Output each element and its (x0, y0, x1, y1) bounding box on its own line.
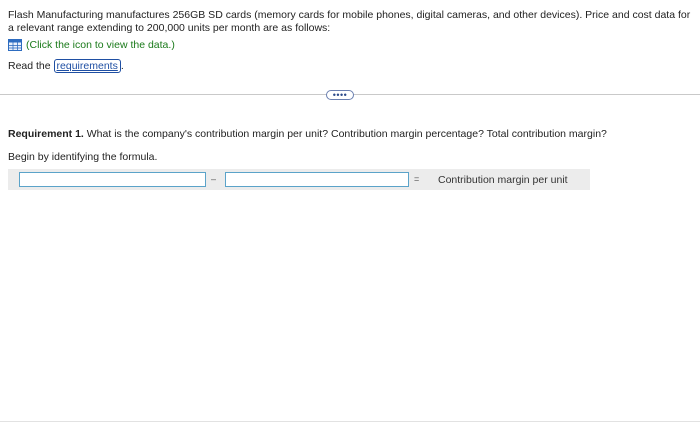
formula-term-1-input[interactable] (19, 172, 206, 187)
table-icon[interactable] (8, 39, 22, 51)
formula-term-2-input[interactable] (225, 172, 409, 187)
minus-operator: – (211, 174, 217, 184)
read-suffix: . (120, 60, 124, 72)
requirement-1-question: Requirement 1. What is the company's con… (8, 128, 607, 140)
page: Flash Manufacturing manufactures 256GB S… (0, 0, 700, 424)
requirement-1-text: What is the company's contribution margi… (83, 128, 607, 140)
problem-intro-text: Flash Manufacturing manufactures 256GB S… (8, 9, 691, 34)
more-dots-icon: •••• (332, 90, 348, 100)
requirement-1-label: Requirement 1. (8, 128, 84, 140)
view-data-link[interactable]: (Click the icon to view the data.) (8, 39, 175, 51)
formula-row: – = Contribution margin per unit (8, 169, 590, 190)
view-data-label[interactable]: (Click the icon to view the data.) (26, 39, 175, 51)
expand-button[interactable]: •••• (326, 90, 354, 100)
bottom-border (0, 421, 700, 422)
formula-result-label: Contribution margin per unit (438, 174, 568, 186)
read-requirements-line: Read the requirements. (8, 59, 124, 73)
equals-operator: = (414, 174, 420, 184)
requirements-link[interactable]: requirements (53, 59, 121, 73)
formula-instruction: Begin by identifying the formula. (8, 151, 158, 163)
read-prefix: Read the (8, 60, 54, 72)
